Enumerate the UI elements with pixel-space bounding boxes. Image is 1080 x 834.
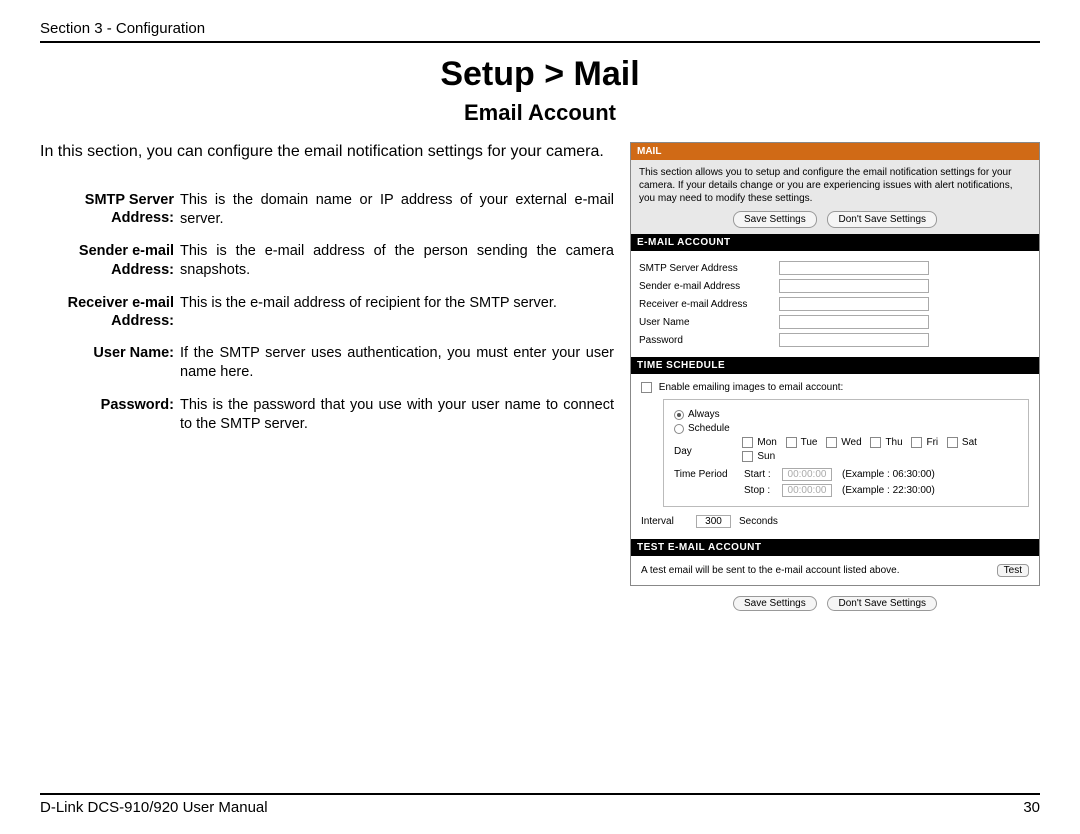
- def-term: SMTP Server Address:: [40, 191, 180, 243]
- def-desc: This is the e-mail address of recipient …: [180, 294, 614, 344]
- day-mon: Mon: [757, 437, 776, 448]
- dont-save-button-bottom[interactable]: Don't Save Settings: [827, 596, 937, 611]
- dont-save-button[interactable]: Don't Save Settings: [827, 211, 937, 228]
- start-input[interactable]: [782, 468, 832, 481]
- fri-checkbox[interactable]: [911, 437, 922, 448]
- table-row: Receiver e-mail Address: This is the e-m…: [40, 294, 614, 344]
- time-schedule-head: TIME SCHEDULE: [631, 357, 1039, 374]
- user-label: User Name: [639, 316, 779, 329]
- stop-example: (Example : 22:30:00): [842, 485, 935, 496]
- interval-label: Interval: [641, 516, 696, 527]
- always-radio[interactable]: [674, 410, 684, 420]
- def-desc: This is the domain name or IP address of…: [180, 191, 614, 243]
- page-title: Setup > Mail: [40, 55, 1040, 94]
- start-example: (Example : 06:30:00): [842, 469, 935, 480]
- table-row: Password: This is the password that you …: [40, 396, 614, 448]
- def-desc: If the SMTP server uses authentication, …: [180, 344, 614, 396]
- thu-checkbox[interactable]: [870, 437, 881, 448]
- enable-label: Enable emailing images to email account:: [659, 382, 844, 393]
- left-column: In this section, you can configure the e…: [40, 142, 614, 611]
- table-row: SMTP Server Address: This is the domain …: [40, 191, 614, 243]
- def-term: User Name:: [40, 344, 180, 396]
- sender-label: Sender e-mail Address: [639, 280, 779, 293]
- days-group: Mon Tue Wed Thu Fri Sat Sun: [742, 437, 1018, 465]
- save-button-bottom[interactable]: Save Settings: [733, 596, 817, 611]
- sun-checkbox[interactable]: [742, 451, 753, 462]
- sat-checkbox[interactable]: [947, 437, 958, 448]
- always-label: Always: [688, 409, 720, 420]
- day-sat: Sat: [962, 437, 977, 448]
- schedule-label: Schedule: [688, 423, 730, 434]
- def-desc: This is the password that you use with y…: [180, 396, 614, 448]
- mail-panel-head: MAIL: [631, 143, 1039, 160]
- start-label: Start :: [744, 469, 782, 480]
- email-account-head: E-MAIL ACCOUNT: [631, 234, 1039, 251]
- page-footer: D-Link DCS-910/920 User Manual 30: [40, 793, 1040, 816]
- wed-checkbox[interactable]: [826, 437, 837, 448]
- pass-input[interactable]: [779, 333, 929, 347]
- day-thu: Thu: [885, 437, 902, 448]
- right-column: MAIL This section allows you to setup an…: [630, 142, 1040, 611]
- mail-panel: MAIL This section allows you to setup an…: [630, 142, 1040, 586]
- email-account-body: SMTP Server Address Sender e-mail Addres…: [631, 251, 1039, 357]
- def-term: Receiver e-mail Address:: [40, 294, 180, 344]
- table-row: Sender e-mail Address: This is the e-mai…: [40, 242, 614, 294]
- smtp-label: SMTP Server Address: [639, 262, 779, 275]
- schedule-radio[interactable]: [674, 424, 684, 434]
- seconds-label: Seconds: [739, 516, 778, 527]
- intro-text: In this section, you can configure the e…: [40, 142, 614, 163]
- section-header: Section 3 - Configuration: [40, 20, 1040, 43]
- interval-input[interactable]: [696, 515, 731, 528]
- definitions-table: SMTP Server Address: This is the domain …: [40, 191, 614, 448]
- mon-checkbox[interactable]: [742, 437, 753, 448]
- time-schedule-body: Enable emailing images to email account:…: [631, 374, 1039, 539]
- day-sun: Sun: [757, 451, 775, 462]
- user-input[interactable]: [779, 315, 929, 329]
- test-button[interactable]: Test: [997, 564, 1029, 577]
- schedule-box: Always Schedule Day Mon Tue Wed Thu Fri …: [663, 399, 1029, 507]
- def-term: Password:: [40, 396, 180, 448]
- mail-panel-body: This section allows you to setup and con…: [631, 160, 1039, 234]
- sender-input[interactable]: [779, 279, 929, 293]
- smtp-input[interactable]: [779, 261, 929, 275]
- save-button[interactable]: Save Settings: [733, 211, 817, 228]
- mail-desc: This section allows you to setup and con…: [639, 166, 1031, 205]
- page-subtitle: Email Account: [40, 100, 1040, 126]
- receiver-input[interactable]: [779, 297, 929, 311]
- time-period-label: Time Period: [674, 469, 744, 480]
- table-row: User Name: If the SMTP server uses authe…: [40, 344, 614, 396]
- test-email-body: A test email will be sent to the e-mail …: [631, 556, 1039, 585]
- pass-label: Password: [639, 334, 779, 347]
- footer-page: 30: [1023, 799, 1040, 816]
- day-fri: Fri: [926, 437, 938, 448]
- tue-checkbox[interactable]: [786, 437, 797, 448]
- enable-checkbox[interactable]: [641, 382, 652, 393]
- def-term: Sender e-mail Address:: [40, 242, 180, 294]
- day-wed: Wed: [841, 437, 861, 448]
- stop-input[interactable]: [782, 484, 832, 497]
- stop-label: Stop :: [744, 485, 782, 496]
- footer-manual: D-Link DCS-910/920 User Manual: [40, 799, 268, 816]
- day-label: Day: [674, 446, 742, 457]
- test-email-head: TEST E-MAIL ACCOUNT: [631, 539, 1039, 556]
- day-tue: Tue: [801, 437, 818, 448]
- receiver-label: Receiver e-mail Address: [639, 298, 779, 311]
- test-desc: A test email will be sent to the e-mail …: [641, 565, 899, 576]
- def-desc: This is the e-mail address of the person…: [180, 242, 614, 294]
